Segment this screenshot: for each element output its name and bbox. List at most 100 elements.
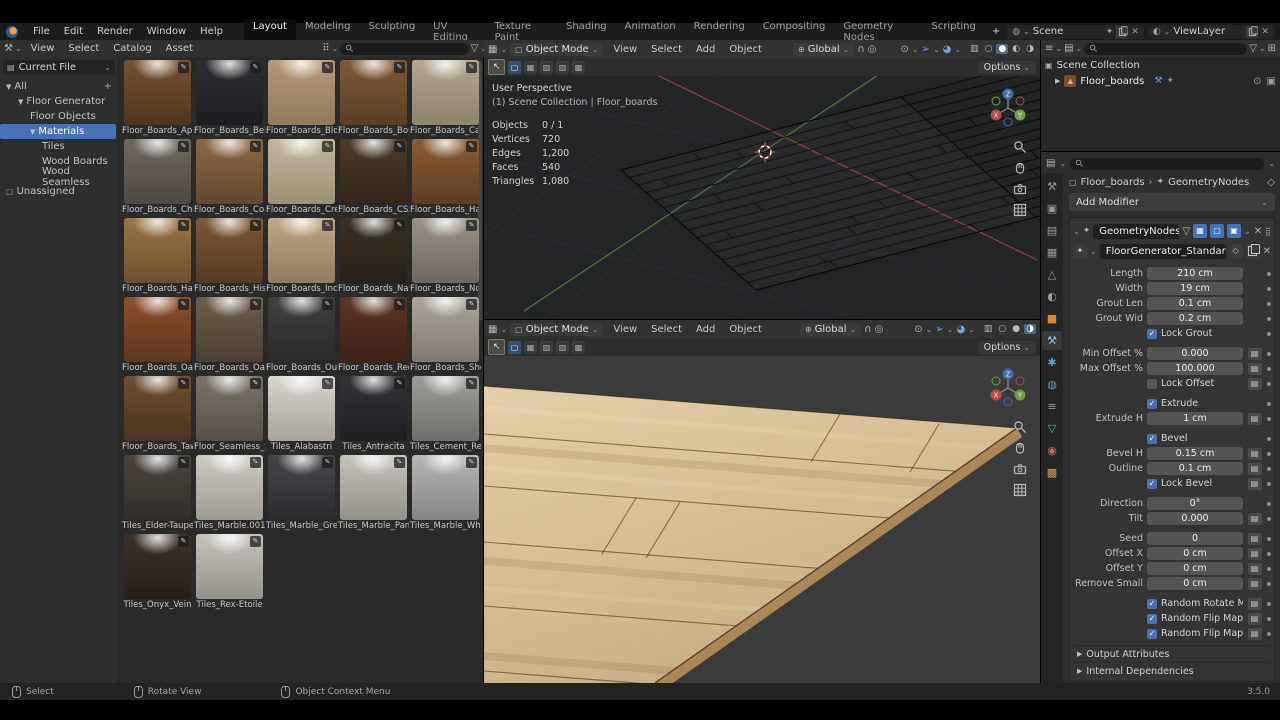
param-value-field[interactable]: 0.1 cm [1147,297,1243,310]
close-icon[interactable]: ✕ [1131,27,1139,37]
node-tree-icon[interactable]: ✦ [1073,244,1087,258]
menu-window[interactable]: Window [140,24,193,39]
param-value-field[interactable]: 0 [1147,532,1243,545]
display-mode-icon[interactable]: ▤ [1064,43,1073,54]
copy-icon[interactable] [1246,244,1260,258]
disable-render-camera-icon[interactable]: ▣ [1267,76,1276,87]
catalog-floor-objects[interactable]: Floor Objects [0,109,118,124]
asset-menu-asset[interactable]: Asset [159,41,200,56]
asset-tiles-marble-panzoo[interactable]: ✎Tiles_Marble_Panzoo [338,455,409,534]
asset-floor-boards-bou[interactable]: ✎Floor_Boards_Bou... [338,60,409,139]
asset-floor-boards-red[interactable]: ✎Floor_Boards_Red... [338,297,409,376]
attribute-toggle-icon[interactable]: ▤ [1248,413,1262,425]
shading-wireframe-icon[interactable]: ○ [996,324,1008,334]
object-visibility-icon[interactable]: ⊙ [900,44,908,55]
gizmo-toggle-icon[interactable]: ➢ [935,324,943,335]
close-icon[interactable]: ✕ [1263,246,1271,257]
decorator-dot[interactable] [1267,632,1271,636]
outliner-search-input[interactable] [1084,43,1247,55]
camera-view-icon[interactable] [1013,462,1027,476]
proportional-editing-icon[interactable]: ◎ [868,44,877,55]
asset-floor-boards-oak[interactable]: ✎Floor_Boards_Oak... [122,297,193,376]
filter-icon[interactable]: ▽ [471,43,479,54]
overlays-toggle-icon[interactable]: ◕ [956,324,965,335]
scene-selector[interactable]: ◍ ⌄ Scene ✦ ✕ [1007,25,1144,39]
options-button[interactable]: Options ⌄ [978,61,1036,74]
decorator-dot[interactable] [1267,402,1271,406]
toggle-xray-icon[interactable]: ▥ [968,44,981,54]
param-value-field[interactable]: 100.000 [1147,362,1243,375]
fake-user-shield-icon[interactable]: ◇ [1229,244,1243,258]
proportional-editing-icon[interactable]: ◎ [875,324,884,335]
catalog-materials[interactable]: ▼Materials [0,124,116,139]
properties-tab-constraints[interactable]: ≡ [1042,397,1062,416]
asset-floor-seamless-s[interactable]: ✎Floor_Seamless_S... [194,376,265,455]
asset-floor-boards-nat[interactable]: ✎Floor_Boards_Nat... [338,218,409,297]
decorator-dot[interactable] [1267,582,1271,586]
shading-wireframe-icon[interactable]: ○ [983,44,995,54]
properties-tab-scene[interactable]: △ [1042,265,1062,284]
checkbox-checked-icon[interactable]: ✓ [1147,434,1157,444]
viewport-menu-add[interactable]: Add [689,322,722,337]
attribute-toggle-icon[interactable]: ▤ [1248,548,1262,560]
display-render-icon[interactable]: ▣ [1227,224,1241,238]
pin-icon[interactable]: ✦ [1106,27,1114,37]
close-icon[interactable]: ✕ [1261,27,1269,37]
copy-icon[interactable] [1116,26,1128,38]
viewport-menu-view[interactable]: View [606,322,644,337]
toggle-grid-icon[interactable] [1013,203,1027,217]
select-mode-invert-icon[interactable]: ▨ [556,341,569,354]
chevron-down-icon[interactable]: ⌄ [1244,227,1251,236]
disclosure-triangle[interactable]: ▼ [30,128,35,136]
viewport-menu-object[interactable]: Object [722,322,769,337]
viewport-top[interactable]: ▦ ⌄ ▢ Object Mode ⌄ ViewSelectAddObject … [484,40,1040,319]
object-visibility-icon[interactable]: ⊙ [914,324,922,335]
asset-floor-boards-cas[interactable]: ✎Floor_Boards_Cas... [410,60,481,139]
mode-selector[interactable]: ▢ Object Mode ⌄ [510,43,603,56]
attribute-toggle-icon[interactable]: ▤ [1248,578,1262,590]
decorator-dot[interactable] [1267,382,1271,386]
decorator-dot[interactable] [1267,467,1271,471]
param-value-field[interactable]: 0° [1147,497,1243,510]
attribute-toggle-icon[interactable]: ▤ [1248,363,1262,375]
asset-tiles-elder-taupe[interactable]: ✎Tiles_Elder-Taupe [122,455,193,534]
gizmo-toggle-icon[interactable]: ➢ [922,44,930,55]
editor-type-icon[interactable]: ≡ [1045,43,1053,54]
menu-render[interactable]: Render [90,24,140,39]
catalog-floor-generator[interactable]: ▼Floor Generator [0,94,118,109]
asset-tiles-marble-white[interactable]: ✎Tiles_Marble_White [410,455,481,534]
viewport-menu-view[interactable]: View [606,42,644,57]
catalog-tiles[interactable]: Tiles [0,139,118,154]
param-checkbox[interactable]: ✓Random Flip Mapping V [1147,628,1243,639]
asset-floor-boards-inca[interactable]: ✎Floor_Boards_Inca... [266,218,337,297]
param-value-field[interactable]: 210 cm [1147,267,1243,280]
param-checkbox[interactable]: ✓Random Flip Mapping U [1147,613,1243,624]
decorator-dot[interactable] [1267,367,1271,371]
properties-tab-physics[interactable]: ◍ [1042,375,1062,394]
checkbox-checked-icon[interactable]: ✓ [1147,599,1157,609]
decorator-dot[interactable] [1267,272,1271,276]
asset-tiles-alabastri[interactable]: ✎Tiles_Alabastri [266,376,337,455]
active-tool-select-box[interactable]: ↖ [488,59,505,75]
attribute-toggle-icon[interactable]: ▤ [1248,478,1262,490]
zoom-icon[interactable] [1013,420,1027,434]
asset-menu-select[interactable]: Select [61,41,106,56]
outliner-row-scene-collection[interactable]: ▣ Scene Collection [1041,57,1280,73]
asset-floor-boards-hay[interactable]: ✎Floor_Boards_Hay... [122,218,193,297]
asset-floor-boards-out[interactable]: ✎Floor_Boards_Out... [266,297,337,376]
shading-solid-icon[interactable]: ● [1010,324,1022,334]
attribute-toggle-icon[interactable]: ▤ [1248,533,1262,545]
blender-logo-icon[interactable] [6,26,18,38]
asset-tiles-marble-grey[interactable]: ✎Tiles_Marble_Grey [266,455,337,534]
decorator-dot[interactable] [1267,537,1271,541]
shading-solid-icon[interactable]: ● [996,44,1008,54]
properties-tab-modifiers[interactable]: ⚒ [1042,331,1062,350]
decorator-dot[interactable] [1267,617,1271,621]
decorator-dot[interactable] [1267,552,1271,556]
param-value-field[interactable]: 0.1 cm [1147,462,1243,475]
asset-floor-boards-app[interactable]: ✎Floor_Boards_App... [122,60,193,139]
decorator-dot[interactable] [1267,517,1271,521]
properties-tab-tool[interactable]: ⚒ [1042,177,1062,196]
move-view-hand-icon[interactable] [1013,161,1027,175]
navigation-gizmo[interactable]: Z X Y [984,362,1032,410]
